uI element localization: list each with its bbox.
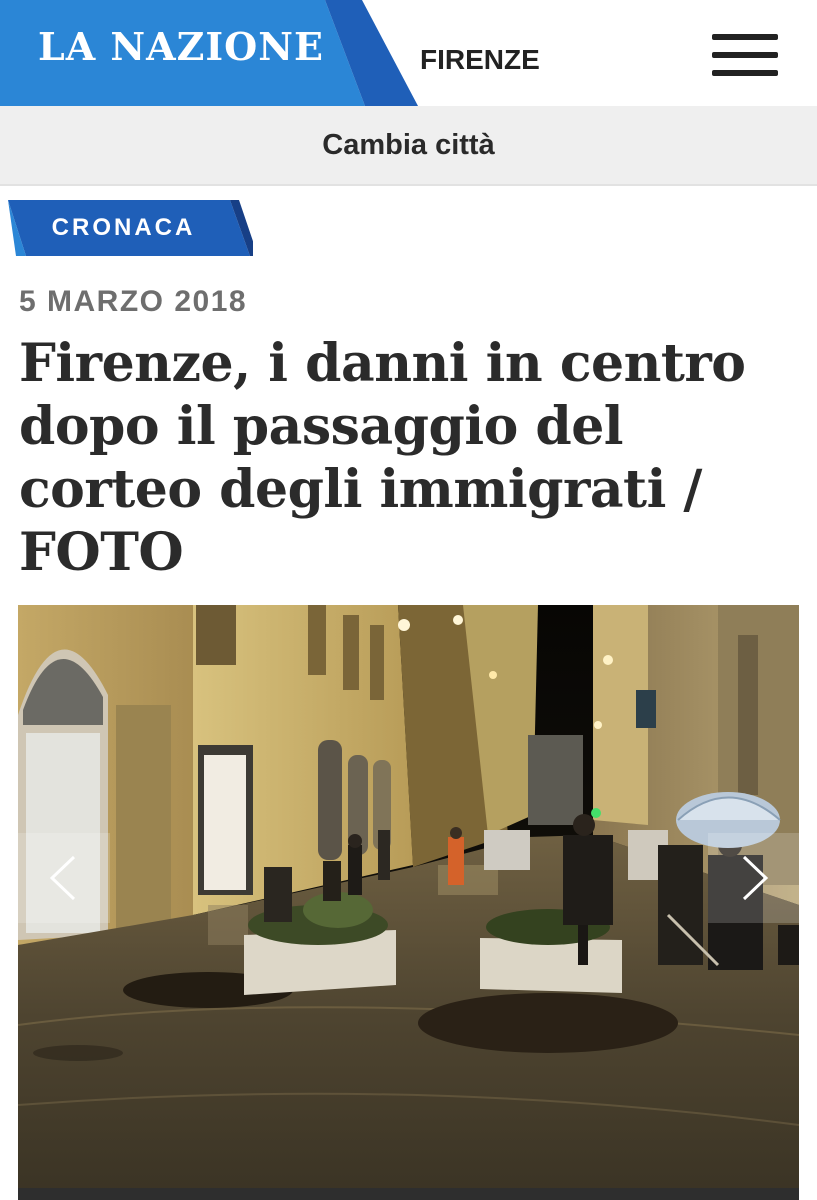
brand-name: LA NAZIONE — [38, 24, 324, 69]
category-tag[interactable]: CRONACA — [8, 200, 253, 258]
menu-button[interactable] — [712, 34, 778, 80]
chevron-left-icon — [49, 855, 76, 901]
site-header: LA NAZIONE FIRENZE — [0, 0, 817, 106]
article-title: Firenze, i danni in centro dopo il passa… — [19, 333, 746, 583]
city-name: FIRENZE — [420, 44, 540, 75]
gallery-prev-button[interactable] — [18, 833, 110, 923]
gallery-caption-strip — [18, 1188, 799, 1200]
change-city-label: Cambia città — [322, 128, 495, 161]
category-label: CRONACA — [51, 214, 196, 241]
chevron-right-icon — [742, 855, 769, 901]
article-date: 5 MARZO 2018 — [19, 285, 248, 318]
gallery-photo — [18, 605, 799, 1200]
photo-gallery[interactable] — [18, 605, 799, 1200]
change-city-bar[interactable]: Cambia città — [0, 106, 817, 186]
gallery-next-button[interactable] — [708, 833, 799, 923]
site-logo[interactable]: LA NAZIONE — [0, 0, 420, 106]
